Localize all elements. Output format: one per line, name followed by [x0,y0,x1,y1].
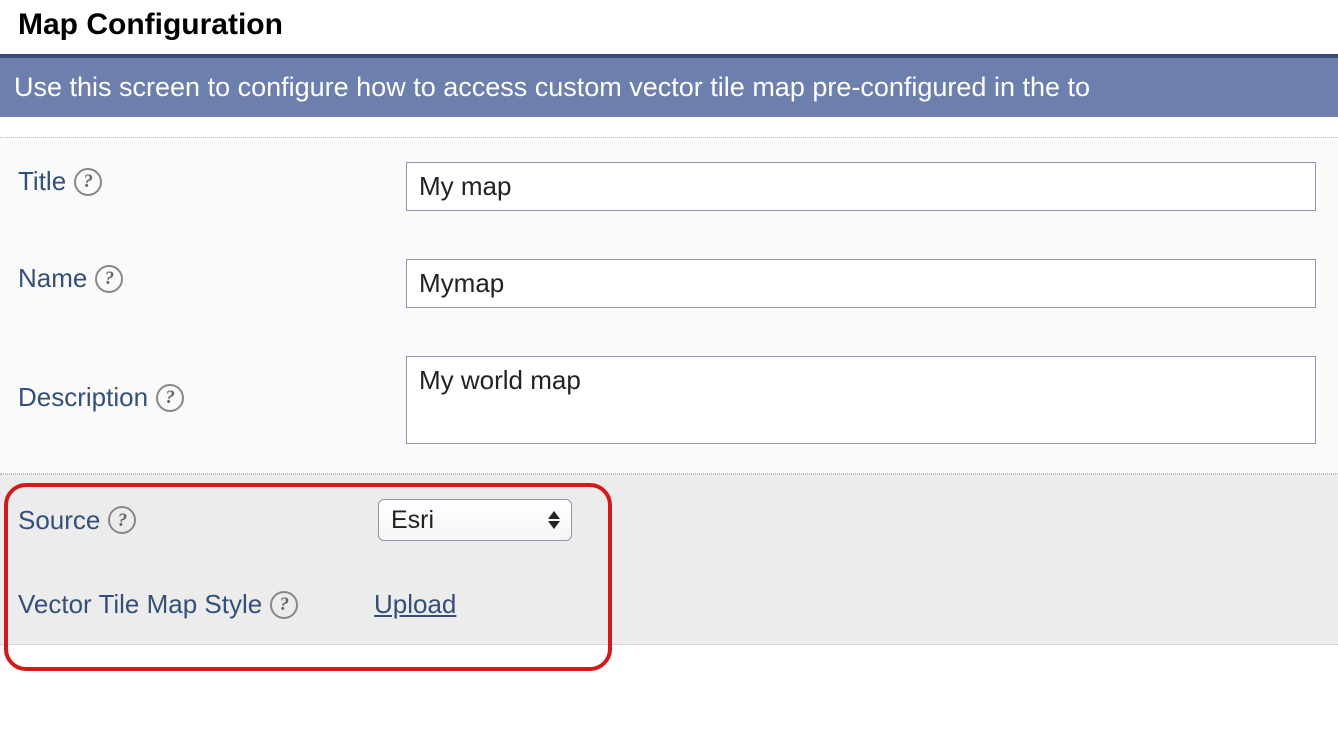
name-input[interactable] [406,259,1316,308]
help-icon[interactable]: ? [270,591,298,619]
description-input[interactable] [406,356,1316,444]
label-title-text: Title [18,166,66,197]
page-title: Map Configuration [0,0,1338,54]
label-name: Name ? [18,259,406,294]
help-icon[interactable]: ? [74,168,102,196]
source-select[interactable]: Esri [378,499,572,541]
form-section-upper: Title ? Name ? Description ? [0,137,1338,474]
row-vector-style: Vector Tile Map Style ? Upload [0,565,1338,644]
label-source-text: Source [18,505,100,536]
label-vector-style: Vector Tile Map Style ? [18,589,358,620]
help-icon[interactable]: ? [108,506,136,534]
label-description: Description ? [18,356,406,413]
row-source: Source ? Esri [0,475,1338,565]
label-name-text: Name [18,263,87,294]
label-description-text: Description [18,382,148,413]
help-icon[interactable]: ? [95,265,123,293]
row-description: Description ? [0,332,1338,473]
label-source: Source ? [18,505,378,536]
label-title: Title ? [18,162,406,197]
help-icon[interactable]: ? [156,384,184,412]
row-title: Title ? [0,138,1338,235]
label-vector-style-text: Vector Tile Map Style [18,589,262,620]
row-name: Name ? [0,235,1338,332]
info-banner: Use this screen to configure how to acce… [0,54,1338,117]
form-section-lower: Source ? Esri Vector Tile Map Style ? Up… [0,474,1338,645]
upload-link[interactable]: Upload [374,589,456,620]
title-input[interactable] [406,162,1316,211]
